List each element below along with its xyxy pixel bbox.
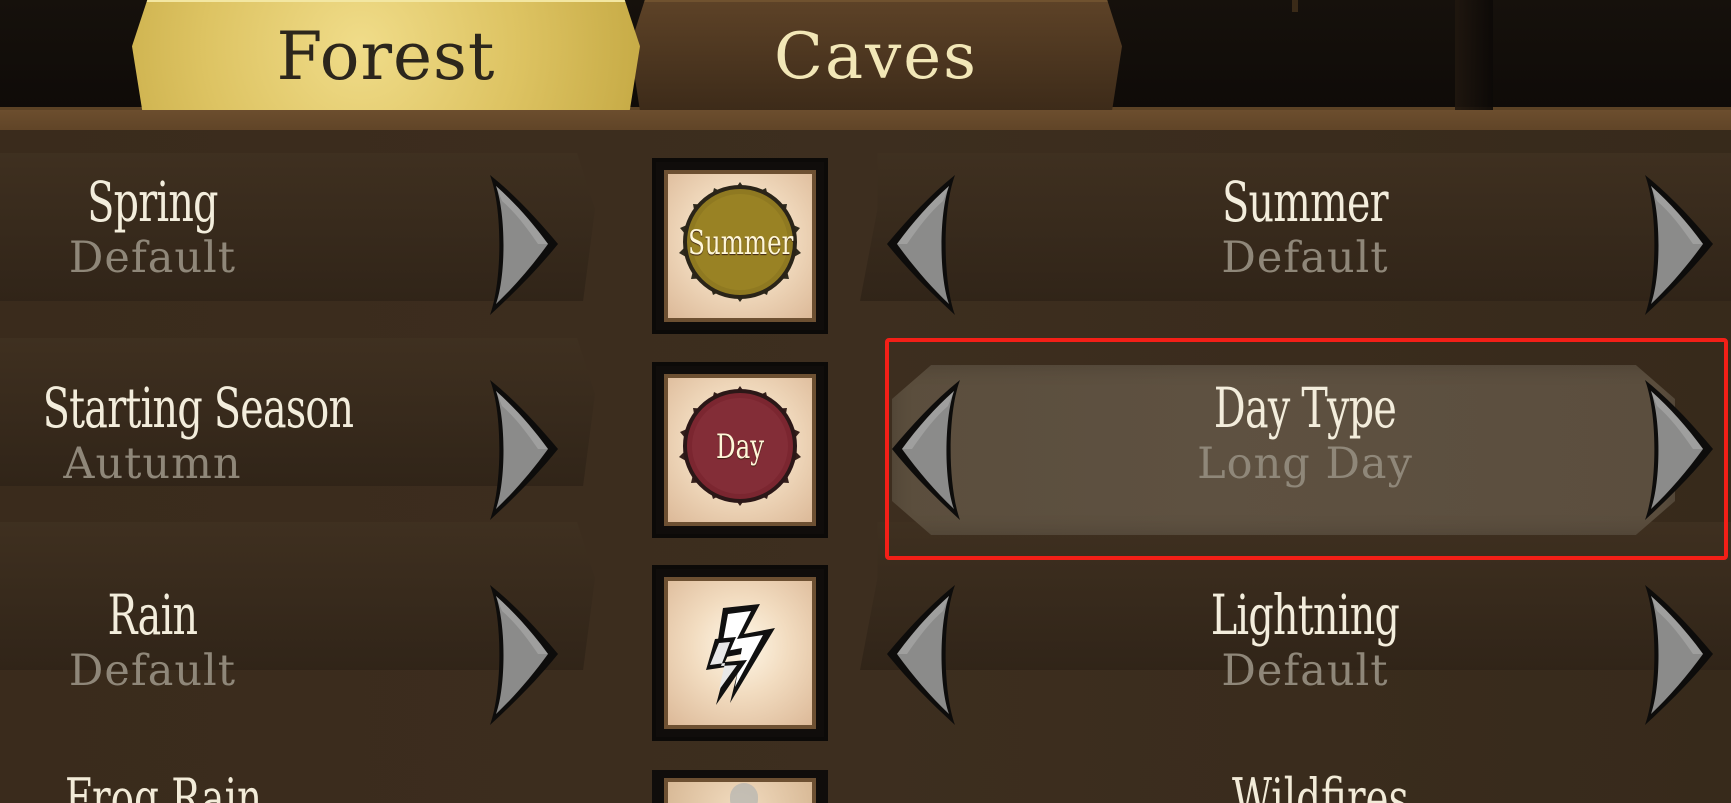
summer-label: Summer bbox=[1222, 170, 1389, 234]
next-icon-card-partial bbox=[652, 770, 828, 803]
tab-bar-divider bbox=[1292, 0, 1298, 12]
day-type-value: Long Day bbox=[1197, 439, 1413, 489]
day-type-next-arrow[interactable] bbox=[1635, 375, 1715, 525]
right-arrow-icon bbox=[490, 585, 558, 725]
day-badge-label: Day bbox=[715, 427, 765, 467]
left-arrow-icon bbox=[887, 175, 955, 315]
lightning-previous-arrow[interactable] bbox=[885, 580, 965, 730]
partial-icon bbox=[730, 783, 758, 803]
right-arrow-icon bbox=[1645, 380, 1713, 520]
next-right-setting-partial-text: Wildfires bbox=[1232, 767, 1409, 803]
rain-value: Default bbox=[68, 646, 237, 696]
next-icon-inner-partial bbox=[664, 778, 816, 803]
spring-label: Spring bbox=[87, 170, 218, 234]
lightning-value: Default bbox=[1221, 646, 1389, 696]
day-type-label: Day Type bbox=[1213, 376, 1397, 440]
day-type-previous-arrow[interactable] bbox=[890, 375, 970, 525]
lightning-icon bbox=[706, 604, 775, 705]
day-icon-card: Day bbox=[652, 362, 828, 538]
rain-next-arrow[interactable] bbox=[480, 580, 560, 730]
lightning-icon bbox=[664, 577, 816, 729]
tab-bar: Forest Caves bbox=[0, 0, 1731, 110]
next-row-partial: Frog Rain Wildfires bbox=[0, 765, 1731, 803]
starting-season-setting: Starting Season Autumn bbox=[0, 376, 354, 490]
lightning-label: Lightning bbox=[1210, 583, 1400, 647]
spring-value: Default bbox=[68, 233, 237, 283]
summer-previous-arrow[interactable] bbox=[885, 170, 965, 320]
next-left-setting-partial-text: Frog Rain bbox=[65, 767, 263, 803]
lightning-next-arrow[interactable] bbox=[1635, 580, 1715, 730]
world-settings-screen: Forest Caves Spring Default Summer Defau… bbox=[0, 0, 1731, 803]
right-arrow-icon bbox=[490, 175, 558, 315]
summer-setting: Summer Default bbox=[1035, 172, 1575, 284]
right-arrow-icon bbox=[1645, 175, 1713, 315]
day-badge-icon: Day bbox=[664, 374, 816, 526]
summer-badge-icon: Summer bbox=[664, 170, 816, 322]
left-arrow-icon bbox=[892, 380, 960, 520]
lightning-icon-card bbox=[652, 565, 828, 741]
spring-setting: Spring Default bbox=[0, 172, 305, 284]
left-arrow-icon bbox=[887, 585, 955, 725]
right-arrow-icon bbox=[1645, 585, 1713, 725]
summer-next-arrow[interactable] bbox=[1635, 170, 1715, 320]
rain-label: Rain bbox=[107, 583, 198, 647]
summer-value: Default bbox=[1221, 233, 1389, 283]
lightning-setting: Lightning Default bbox=[1035, 585, 1575, 697]
tab-caves[interactable]: Caves bbox=[630, 0, 1122, 110]
starting-season-value: Autumn bbox=[63, 439, 242, 489]
summer-icon-card: Summer bbox=[652, 158, 828, 334]
right-arrow-icon bbox=[490, 380, 558, 520]
starting-season-next-arrow[interactable] bbox=[480, 375, 560, 525]
rain-setting: Rain Default bbox=[0, 585, 305, 697]
starting-season-label: Starting Season bbox=[42, 376, 354, 440]
tab-forest[interactable]: Forest bbox=[132, 0, 640, 110]
day-type-setting: Day Type Long Day bbox=[1035, 378, 1575, 490]
summer-badge-label: Summer bbox=[688, 223, 794, 263]
spring-next-arrow[interactable] bbox=[480, 170, 560, 320]
